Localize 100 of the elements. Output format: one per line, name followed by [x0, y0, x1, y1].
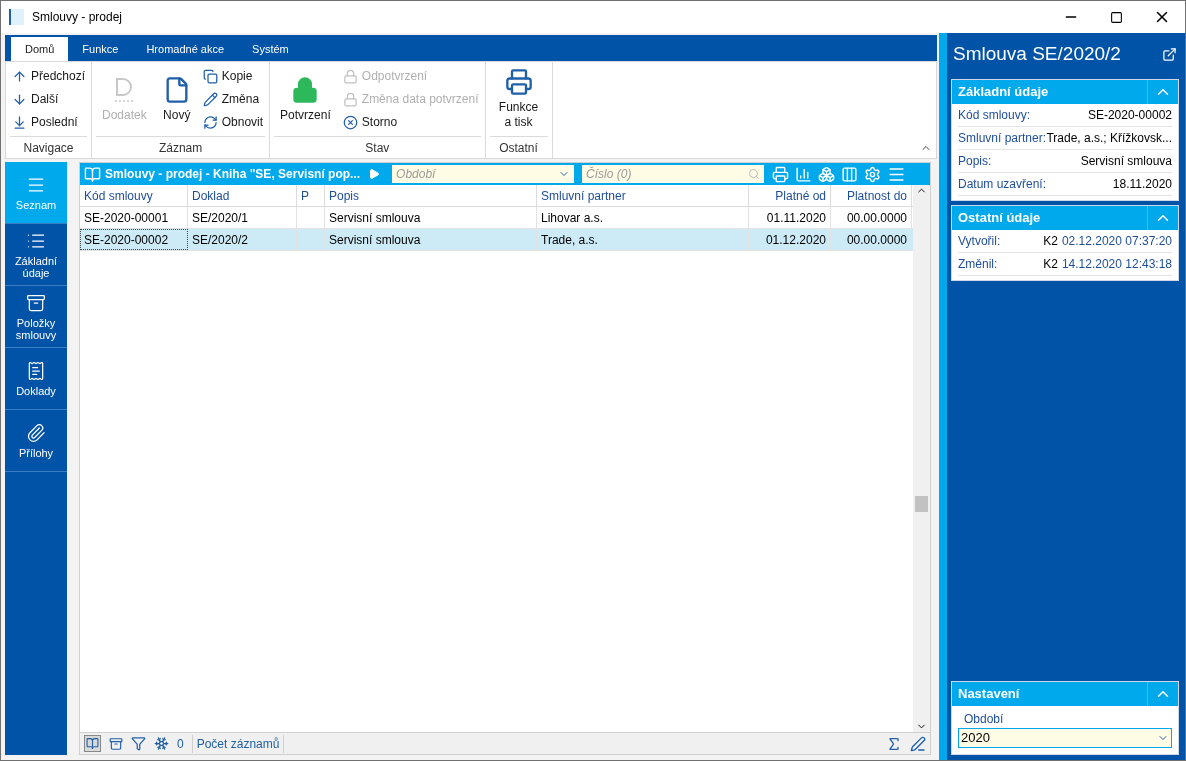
- table-cell-text: Servisní smlouva: [329, 209, 421, 227]
- ribbon-button[interactable]: Další: [10, 87, 88, 111]
- column-header[interactable]: Platné od: [749, 185, 831, 206]
- ribbon-tab[interactable]: Hromadné akce: [132, 37, 239, 61]
- table-cell-text: SE/2020/2: [192, 231, 249, 249]
- field-label: Období: [963, 711, 1005, 728]
- table-cell-text: Servisní smlouva: [329, 231, 421, 249]
- field-label: Smluvní partner:: [958, 130, 1047, 147]
- table-cell-text: Trade, a.s.: [541, 231, 598, 249]
- archive-icon[interactable]: [109, 736, 123, 751]
- scrollbar[interactable]: [913, 185, 930, 732]
- field-value: 14.12.2020 12:43:18: [1061, 256, 1172, 273]
- play-icon[interactable]: [368, 168, 381, 180]
- circle-x-icon: [342, 114, 358, 130]
- ribbon-button[interactable]: Storno: [340, 110, 481, 134]
- side-nav-item[interactable]: Doklady: [5, 348, 67, 410]
- field-value: 18.11.2020: [1112, 176, 1172, 193]
- receipt-icon: [26, 360, 46, 381]
- table-cell-text: 01.11.2020: [766, 209, 826, 227]
- printer-icon: [504, 68, 533, 96]
- boxes-icon[interactable]: [818, 165, 836, 183]
- record-count-label: Počet záznamů: [191, 734, 285, 753]
- ribbon-button[interactable]: Předchozí: [10, 64, 88, 88]
- table-cell-text: 00.00.0000: [846, 231, 907, 249]
- columns-icon[interactable]: [841, 165, 859, 183]
- user-name: K2: [1043, 256, 1058, 273]
- pencil-icon: [202, 91, 218, 107]
- field-label: Vytvořil:: [958, 233, 1001, 250]
- book-icon: [84, 165, 101, 183]
- ribbon-tab[interactable]: Systém: [238, 37, 303, 61]
- ribbon-button[interactable]: Obnovit: [200, 110, 266, 134]
- scroll-thumb[interactable]: [915, 495, 928, 512]
- lock-icon: [291, 75, 320, 104]
- group-label: Navigace: [23, 139, 74, 157]
- table-cell-text: 01.12.2020: [765, 231, 826, 249]
- column-header[interactable]: P: [297, 185, 325, 206]
- app-logo-icon: [9, 9, 24, 25]
- printer-icon[interactable]: [772, 165, 790, 183]
- field-value: 02.12.2020 07:37:20: [1061, 233, 1172, 250]
- side-nav-item[interactable]: Základní údaje: [5, 224, 67, 286]
- side-nav-item[interactable]: Položky smlouvy: [5, 286, 67, 348]
- search-icon: [748, 168, 761, 180]
- table-row[interactable]: SE-2020-00002 SE/2020/2 Servisní smlouva Trade, a.s. 01.12.2020 00.00.0000: [80, 229, 913, 251]
- ribbon-button[interactable]: Potvrzení: [274, 62, 337, 136]
- arrow-to-bottom-icon: [12, 114, 27, 130]
- lock-icon: [342, 68, 358, 84]
- field-label: Popis:: [958, 153, 992, 170]
- ribbon-tab[interactable]: Domů: [11, 37, 69, 61]
- group-label: Ostatní: [499, 139, 538, 157]
- field-label: Datum uzavření:: [958, 176, 1047, 193]
- maximize-icon[interactable]: [1110, 10, 1123, 24]
- column-header[interactable]: Doklad: [188, 185, 297, 206]
- ribbon-button[interactable]: Funkce a tisk: [489, 62, 548, 136]
- ribbon-button[interactable]: Kopie: [200, 64, 266, 88]
- column-header[interactable]: Popis: [325, 185, 537, 206]
- column-header[interactable]: Kód smlouvy: [80, 185, 188, 206]
- ribbon-button[interactable]: Změna: [200, 87, 266, 111]
- section-title: Ostatní údaje: [958, 209, 1041, 228]
- field-value: SE-2020-00002: [1087, 107, 1172, 124]
- bar-chart-icon[interactable]: [795, 165, 813, 183]
- group-label: Záznam: [158, 139, 203, 157]
- table-cell-text: 00.00.0000: [846, 209, 907, 227]
- pencil-icon[interactable]: [910, 735, 926, 752]
- user-name: K2: [1043, 233, 1058, 250]
- field-label: Kód smlouvy:: [958, 107, 1031, 124]
- field-label: Změnil:: [958, 256, 998, 273]
- ribbon-tab[interactable]: Funkce: [68, 37, 133, 61]
- snowflake-icon[interactable]: [154, 736, 169, 751]
- group-label: Stav: [365, 139, 390, 157]
- settings-icon[interactable]: [864, 165, 882, 183]
- sum-icon[interactable]: [886, 735, 902, 752]
- table-cell-text: SE-2020-00001: [84, 209, 169, 227]
- period-select[interactable]: 2020: [958, 728, 1172, 748]
- table-cell-text: SE-2020-00002: [84, 231, 169, 249]
- archive-icon: [26, 292, 46, 313]
- paperclip-icon: [26, 422, 46, 443]
- filter-icon[interactable]: [131, 736, 146, 751]
- section-title: Nastavení: [958, 685, 1020, 704]
- table-cell-text: Lihovar a.s.: [541, 209, 604, 227]
- record-count: 0: [177, 735, 184, 753]
- ribbon-button[interactable]: Poslední: [10, 110, 88, 134]
- lock-icon: [342, 91, 358, 107]
- detail-title: Smlouva SE/2020/2: [953, 41, 1121, 66]
- copy-icon: [202, 68, 218, 84]
- down-arrow-icon: [12, 91, 27, 107]
- window-title: Smlouvy - prodej: [32, 9, 123, 26]
- up-arrow-icon: [12, 68, 27, 84]
- side-nav-item[interactable]: Přílohy: [5, 410, 67, 472]
- ribbon-button[interactable]: Nový: [156, 62, 197, 136]
- refresh-icon: [202, 114, 218, 130]
- field-value: Trade, a.s.; Křížkovsk...: [1046, 130, 1172, 147]
- field-value: Servisní smlouva: [1080, 153, 1172, 170]
- letter-icon: [113, 75, 136, 104]
- column-header[interactable]: Platnost do: [831, 185, 912, 206]
- book-icon[interactable]: [84, 735, 101, 752]
- external-link-icon[interactable]: [1162, 46, 1177, 62]
- section-title: Základní údaje: [958, 83, 1049, 102]
- grid-title: Smlouvy - prodej - Kniha "SE, Servisní pop...: [105, 166, 361, 183]
- column-header[interactable]: Smluvní partner: [537, 185, 749, 206]
- table-cell-text: SE/2020/1: [192, 209, 249, 227]
